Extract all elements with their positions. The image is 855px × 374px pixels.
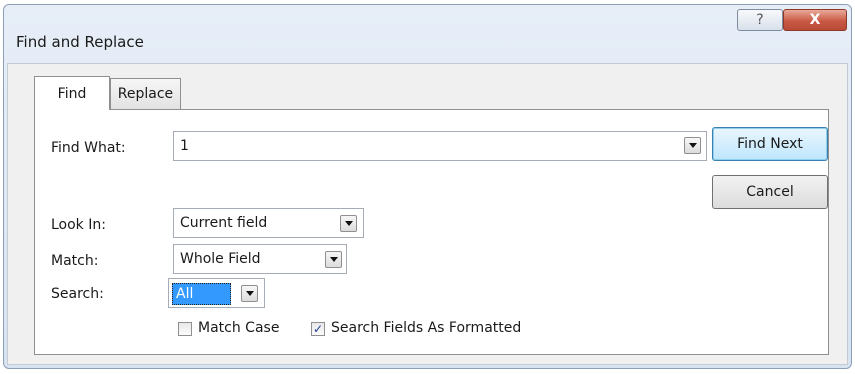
find-what-input[interactable]: 1 <box>180 138 189 154</box>
help-icon: ? <box>756 12 764 28</box>
tab-find-label: Find <box>57 85 87 102</box>
search-formatted-checkbox[interactable]: ✓ <box>311 322 325 336</box>
find-next-button[interactable]: Find Next <box>712 127 828 161</box>
find-what-dropdown-icon[interactable] <box>684 137 701 154</box>
close-icon: X <box>809 12 821 28</box>
close-button[interactable]: X <box>783 9 847 31</box>
dialog-title: Find and Replace <box>16 33 144 51</box>
check-mark-icon: ✓ <box>312 322 324 336</box>
tab-replace-label: Replace <box>117 86 174 102</box>
find-what-label: Find What: <box>51 140 126 156</box>
match-label: Match: <box>51 253 99 269</box>
help-button[interactable]: ? <box>737 9 783 31</box>
search-select[interactable]: All <box>168 278 265 308</box>
find-what-combobox[interactable]: 1 <box>173 131 707 161</box>
match-value: Whole Field <box>180 251 261 267</box>
title-bar: Find and Replace ? X <box>4 5 851 63</box>
search-value: All <box>172 283 231 305</box>
find-next-label: Find Next <box>737 136 803 152</box>
match-dropdown-icon[interactable] <box>325 251 342 268</box>
find-replace-dialog: Find and Replace ? X Find Replace Find W… <box>3 4 852 369</box>
look-in-label: Look In: <box>51 217 106 233</box>
tab-find[interactable]: Find <box>34 76 110 110</box>
find-tab-panel: Find What: 1 Look In: Current field Matc… <box>34 109 829 355</box>
search-formatted-label: Search Fields As Formatted <box>331 320 522 336</box>
cancel-label: Cancel <box>746 184 794 200</box>
dialog-client-area: Find Replace Find What: 1 Look In: Curre… <box>7 63 848 365</box>
look-in-value: Current field <box>180 215 268 231</box>
look-in-dropdown-icon[interactable] <box>340 215 357 232</box>
search-dropdown-icon[interactable] <box>241 285 258 302</box>
search-label: Search: <box>51 286 104 302</box>
match-case-checkbox[interactable] <box>178 322 192 336</box>
match-select[interactable]: Whole Field <box>173 244 347 274</box>
look-in-select[interactable]: Current field <box>173 208 364 238</box>
match-case-label: Match Case <box>198 320 280 336</box>
cancel-button[interactable]: Cancel <box>712 175 828 209</box>
tab-replace[interactable]: Replace <box>110 78 181 109</box>
